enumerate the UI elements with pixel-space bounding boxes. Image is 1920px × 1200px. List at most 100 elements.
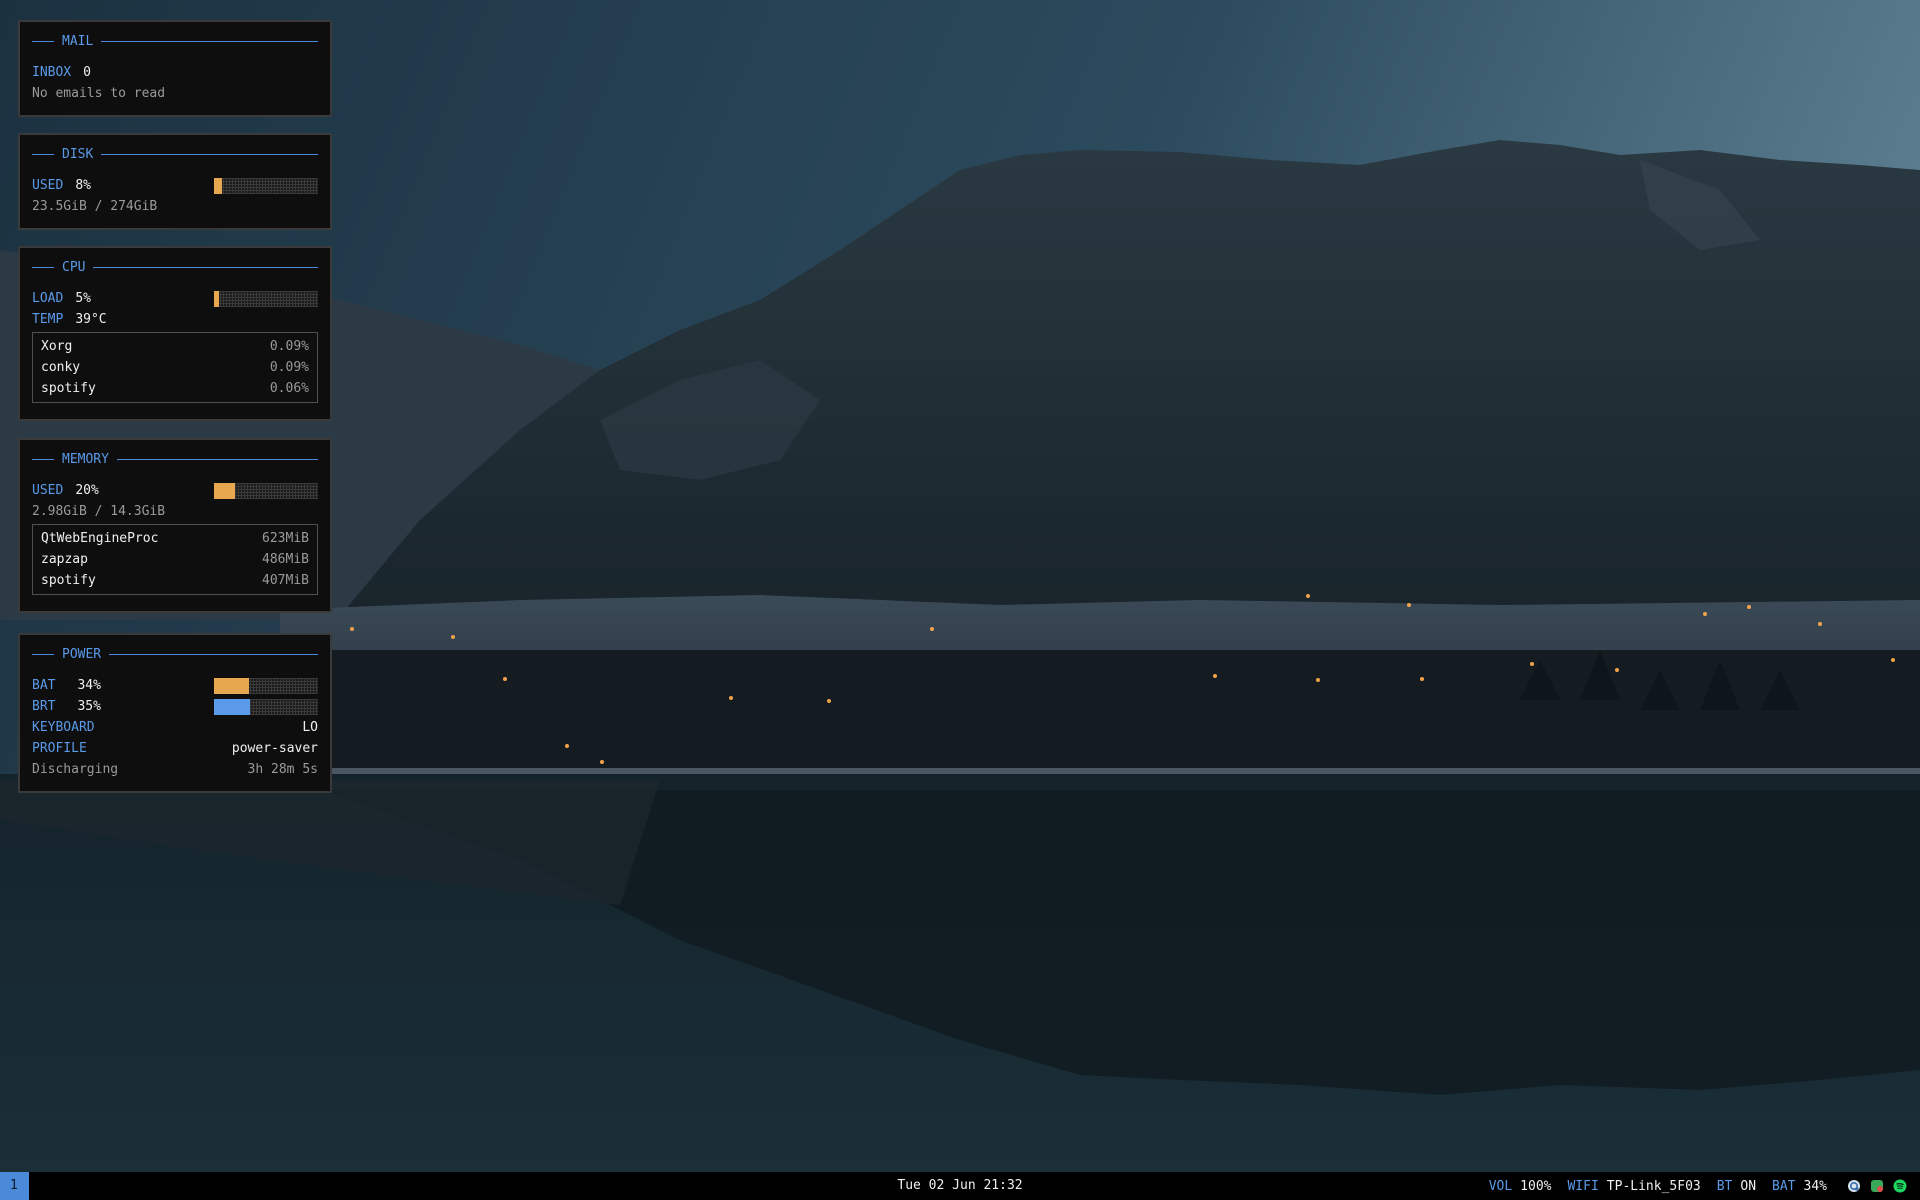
process-name: spotify	[41, 573, 96, 588]
cpu-temp-row: TEMP 39°C	[32, 309, 318, 330]
keyboard-value: LO	[302, 720, 318, 735]
memory-used-label: USED	[32, 483, 64, 498]
battery-value: 34%	[1803, 1178, 1827, 1194]
disk-used-label: USED	[32, 178, 64, 193]
memory-detail: 2.98GiB / 14.3GiB	[32, 504, 166, 519]
power-panel-title: POWER	[62, 646, 102, 662]
cpu-temp-label: TEMP	[32, 312, 64, 327]
disk-panel: DISK USED 8% 23.5GiB / 274GiB	[18, 133, 332, 230]
status-bar: 1 Tue 02 Jun 21:32 VOL 100% WIFI TP-Link…	[0, 1172, 1920, 1200]
list-item: conky 0.09%	[41, 357, 309, 378]
battery-label: BAT	[1772, 1178, 1796, 1194]
header-rule	[101, 40, 318, 42]
disk-used-row: USED 8%	[32, 175, 318, 196]
cpu-load-bar	[214, 291, 318, 307]
battery-row: BAT 34%	[32, 675, 318, 696]
workspace-button-1[interactable]: 1	[0, 1172, 29, 1200]
bluetooth-value[interactable]: ON	[1740, 1179, 1756, 1194]
mail-panel: MAIL INBOX 0 No emails to read	[18, 20, 332, 117]
header-rule	[32, 653, 54, 655]
cpu-load-label: LOAD	[32, 291, 64, 306]
process-memory: 486MiB	[262, 552, 309, 567]
memory-detail-row: 2.98GiB / 14.3GiB	[32, 501, 318, 522]
battery-time-left: 3h 28m 5s	[247, 762, 318, 777]
keyboard-label: KEYBOARD	[32, 720, 95, 735]
system-tray	[1847, 1179, 1916, 1193]
profile-value: power-saver	[231, 741, 318, 756]
process-name: Xorg	[41, 339, 73, 354]
wifi-value[interactable]: TP-Link_5F03	[1607, 1179, 1701, 1194]
volume-label: VOL	[1488, 1178, 1513, 1194]
process-cpu: 0.09%	[269, 360, 309, 375]
profile-row: PROFILE power-saver	[32, 738, 318, 759]
header-rule	[109, 653, 318, 655]
cpu-panel-header: CPU	[32, 258, 318, 276]
header-rule	[101, 153, 318, 155]
memory-usage-bar	[214, 483, 318, 499]
battery-label: BAT	[32, 678, 56, 693]
header-rule	[32, 458, 54, 460]
memory-used-value: 20%	[75, 483, 99, 498]
network-status-icon[interactable]	[1870, 1179, 1884, 1193]
memory-process-list: QtWebEngineProc 623MiB zapzap 486MiB spo…	[32, 524, 318, 595]
process-cpu: 0.06%	[269, 381, 309, 396]
memory-panel-title: MEMORY	[62, 451, 109, 467]
brightness-value: 35%	[77, 699, 101, 714]
disk-detail: 23.5GiB / 274GiB	[32, 199, 158, 214]
memory-used-row: USED 20%	[32, 480, 318, 501]
cpu-process-list: Xorg 0.09% conky 0.09% spotify 0.06%	[32, 332, 318, 403]
cpu-panel-title: CPU	[62, 259, 86, 275]
wifi-label: WIFI	[1567, 1178, 1599, 1194]
cpu-temp-value: 39°C	[75, 312, 107, 327]
process-name: zapzap	[41, 552, 88, 567]
process-memory: 407MiB	[262, 573, 309, 588]
list-item: spotify 407MiB	[41, 570, 309, 591]
brightness-label: BRT	[32, 699, 56, 714]
disk-used-value: 8%	[75, 178, 91, 193]
list-item: Xorg 0.09%	[41, 336, 309, 357]
list-item: QtWebEngineProc 623MiB	[41, 528, 309, 549]
keyboard-row: KEYBOARD LO	[32, 717, 318, 738]
battery-state: Discharging	[32, 762, 119, 777]
copyq-icon[interactable]	[1847, 1179, 1861, 1193]
spotify-icon[interactable]	[1893, 1179, 1907, 1193]
cpu-load-value: 5%	[75, 291, 91, 306]
memory-panel-header: MEMORY	[32, 450, 318, 468]
disk-panel-header: DISK	[32, 145, 318, 163]
battery-state-row: Discharging 3h 28m 5s	[32, 759, 318, 780]
disk-detail-row: 23.5GiB / 274GiB	[32, 196, 318, 217]
header-rule	[32, 153, 54, 155]
mail-message-row: No emails to read	[32, 83, 318, 104]
battery-bar-fill	[214, 678, 250, 694]
bluetooth-label: BT	[1716, 1178, 1733, 1194]
power-panel-header: POWER	[32, 645, 318, 663]
process-cpu: 0.09%	[269, 339, 309, 354]
memory-panel: MEMORY USED 20% 2.98GiB / 14.3GiB QtWebE…	[18, 438, 332, 613]
disk-usage-bar	[214, 178, 318, 194]
process-name: QtWebEngineProc	[41, 531, 159, 546]
memory-usage-bar-fill	[214, 483, 235, 499]
inbox-row: INBOX 0	[32, 62, 318, 83]
battery-bar	[214, 678, 318, 694]
status-modules: VOL 100% WIFI TP-Link_5F03 BT ON BAT 34%	[1489, 1172, 1920, 1200]
mail-panel-header: MAIL	[32, 32, 318, 50]
cpu-load-bar-fill	[214, 291, 220, 307]
header-rule	[32, 266, 54, 268]
inbox-count: 0	[83, 65, 91, 80]
cpu-load-row: LOAD 5%	[32, 288, 318, 309]
brightness-bar-fill	[214, 699, 251, 715]
mail-panel-title: MAIL	[62, 33, 94, 49]
battery-value: 34%	[77, 678, 101, 693]
mail-message: No emails to read	[32, 86, 166, 101]
header-rule	[32, 40, 54, 42]
inbox-label: INBOX	[32, 65, 72, 80]
list-item: spotify 0.06%	[41, 378, 309, 399]
brightness-row: BRT 35%	[32, 696, 318, 717]
profile-label: PROFILE	[32, 741, 87, 756]
process-memory: 623MiB	[262, 531, 309, 546]
brightness-bar	[214, 699, 318, 715]
process-name: spotify	[41, 381, 96, 396]
disk-usage-bar-fill	[214, 178, 223, 194]
volume-value[interactable]: 100%	[1520, 1179, 1551, 1194]
power-panel: POWER BAT 34% BRT 35% KEYBOARD LO PROFIL…	[18, 633, 332, 793]
